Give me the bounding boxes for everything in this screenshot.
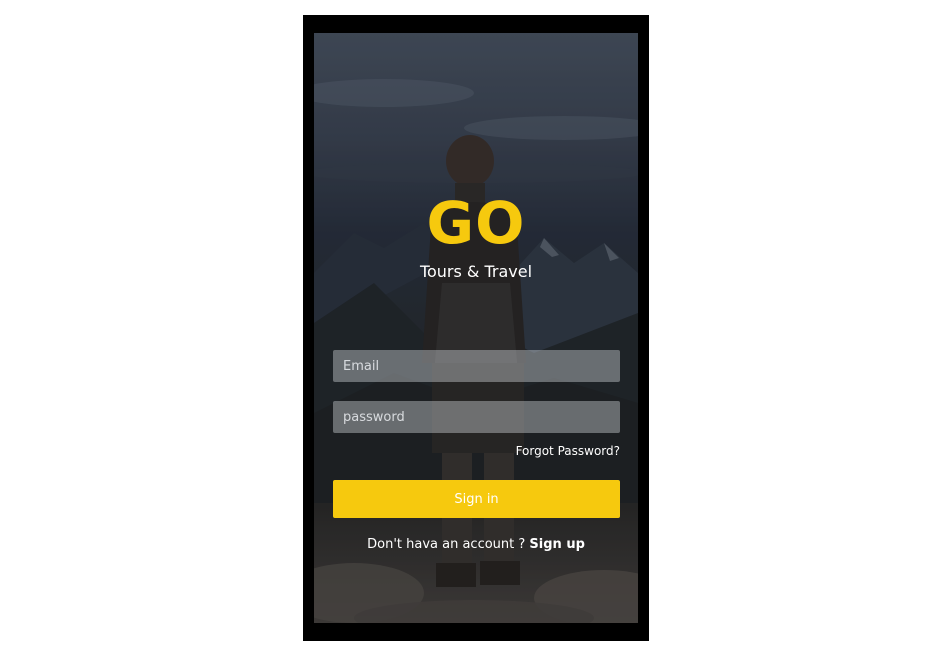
sign-in-button[interactable]: Sign in: [333, 480, 620, 518]
signup-prompt-row: Don't hava an account ? Sign up: [314, 536, 638, 554]
password-input[interactable]: [333, 401, 620, 433]
dark-overlay: [314, 33, 638, 623]
brand-tagline: Tours & Travel: [419, 262, 533, 281]
login-screen: GO Tours & Travel Forgot Password? Sign …: [314, 33, 638, 623]
brand-logo: GO: [426, 189, 526, 257]
signup-prompt-text: Don't hava an account ?: [367, 537, 526, 552]
phone-frame: GO Tours & Travel Forgot Password? Sign …: [303, 15, 649, 641]
forgot-password-link[interactable]: Forgot Password?: [516, 443, 620, 459]
sign-up-link[interactable]: Sign up: [529, 537, 584, 552]
email-input[interactable]: [333, 350, 620, 382]
